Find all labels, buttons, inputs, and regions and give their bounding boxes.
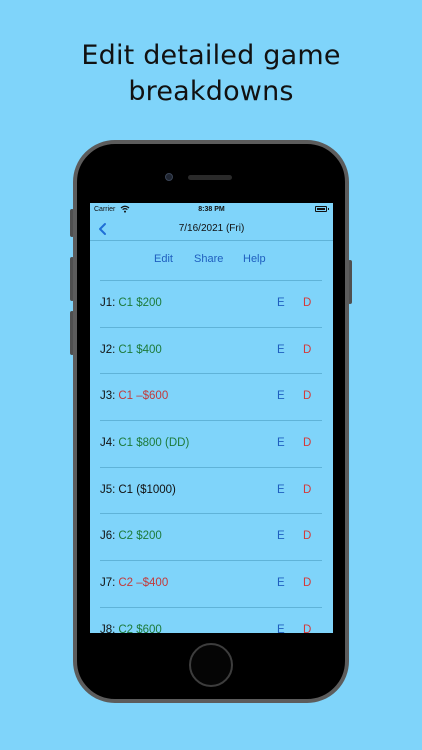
edit-row-button[interactable]: E bbox=[277, 390, 285, 402]
delete-row-button[interactable]: D bbox=[303, 344, 311, 356]
phone-screen: Carrier 8:38 PM 7/16/2021 (Fri) Edit Sha… bbox=[90, 203, 333, 633]
share-button[interactable]: Share bbox=[194, 253, 223, 265]
headline-line-1: Edit detailed game bbox=[81, 40, 341, 71]
clue-value: C2 –$400 bbox=[118, 577, 169, 590]
clue-value: C1 $800 (DD) bbox=[118, 437, 190, 450]
earpiece-speaker bbox=[188, 175, 232, 180]
row-label: J8: C2 $600 bbox=[100, 624, 162, 633]
edit-row-button[interactable]: E bbox=[277, 484, 285, 496]
clue-value: C1 $200 bbox=[118, 297, 162, 309]
status-bar: Carrier 8:38 PM bbox=[90, 203, 333, 217]
edit-row-button[interactable]: E bbox=[277, 530, 285, 542]
row-label: J7: C2 –$400 bbox=[100, 577, 168, 589]
list-item[interactable]: J6: C2 $200 E D bbox=[100, 514, 322, 562]
delete-row-button[interactable]: D bbox=[303, 437, 311, 449]
edit-row-button[interactable]: E bbox=[277, 577, 285, 589]
edit-row-button[interactable]: E bbox=[277, 344, 285, 356]
list-item[interactable]: J7: C2 –$400 E D bbox=[100, 561, 322, 608]
row-label: J5: C1 ($1000) bbox=[100, 484, 176, 496]
edit-button[interactable]: Edit bbox=[154, 253, 173, 265]
headline: Edit detailed game breakdowns bbox=[0, 38, 422, 110]
row-label: J3: C1 –$600 bbox=[100, 390, 168, 402]
delete-row-button[interactable]: D bbox=[303, 577, 311, 589]
clue-value: C1 –$600 bbox=[118, 390, 169, 403]
round-label: J6: bbox=[100, 530, 116, 543]
clue-value: C1 $400 bbox=[118, 343, 162, 356]
row-label: J6: C2 $200 bbox=[100, 530, 162, 542]
round-label: J2: bbox=[100, 343, 116, 356]
list-item[interactable]: J8: C2 $600 E D bbox=[100, 608, 322, 633]
delete-row-button[interactable]: D bbox=[303, 297, 311, 309]
delete-row-button[interactable]: D bbox=[303, 624, 311, 633]
round-label: J5: bbox=[100, 483, 116, 496]
edit-row-button[interactable]: E bbox=[277, 624, 285, 633]
list-item[interactable]: J3: C1 –$600 E D bbox=[100, 374, 322, 422]
list-item[interactable]: J2: C1 $400 E D bbox=[100, 328, 322, 375]
page-title: 7/16/2021 (Fri) bbox=[178, 223, 245, 234]
delete-row-button[interactable]: D bbox=[303, 484, 311, 496]
navigation-bar: 7/16/2021 (Fri) bbox=[90, 217, 333, 241]
edit-row-button[interactable]: E bbox=[277, 297, 285, 309]
row-label: J2: C1 $400 bbox=[100, 344, 162, 356]
delete-row-button[interactable]: D bbox=[303, 530, 311, 542]
clue-value: C2 $200 bbox=[118, 530, 162, 543]
front-camera bbox=[165, 173, 173, 181]
clue-value: C1 ($1000) bbox=[118, 483, 176, 496]
help-button[interactable]: Help bbox=[243, 253, 266, 265]
game-breakdown-list: J1: C1 $200 E D J2: C1 $400 E D J3: C1 –$60… bbox=[100, 281, 322, 633]
row-label: J4: C1 $800 (DD) bbox=[100, 437, 189, 449]
list-item[interactable]: J1: C1 $200 E D bbox=[100, 281, 322, 328]
list-item[interactable]: J4: C1 $800 (DD) E D bbox=[100, 421, 322, 468]
edit-row-button[interactable]: E bbox=[277, 437, 285, 449]
headline-line-2: breakdowns bbox=[128, 76, 294, 107]
home-button[interactable] bbox=[189, 643, 233, 687]
round-label: J3: bbox=[100, 390, 116, 403]
list-item[interactable]: J5: C1 ($1000) E D bbox=[100, 468, 322, 515]
status-time: 8:38 PM bbox=[198, 206, 225, 213]
row-label: J1: C1 $200 bbox=[100, 297, 162, 309]
battery-icon bbox=[315, 206, 329, 212]
round-label: J7: bbox=[100, 577, 116, 590]
round-label: J8: bbox=[100, 623, 116, 633]
round-label: J1: bbox=[100, 297, 116, 309]
round-label: J4: bbox=[100, 437, 116, 450]
toolbar: Edit Share Help bbox=[100, 241, 322, 281]
delete-row-button[interactable]: D bbox=[303, 390, 311, 402]
clue-value: C2 $600 bbox=[118, 623, 162, 633]
